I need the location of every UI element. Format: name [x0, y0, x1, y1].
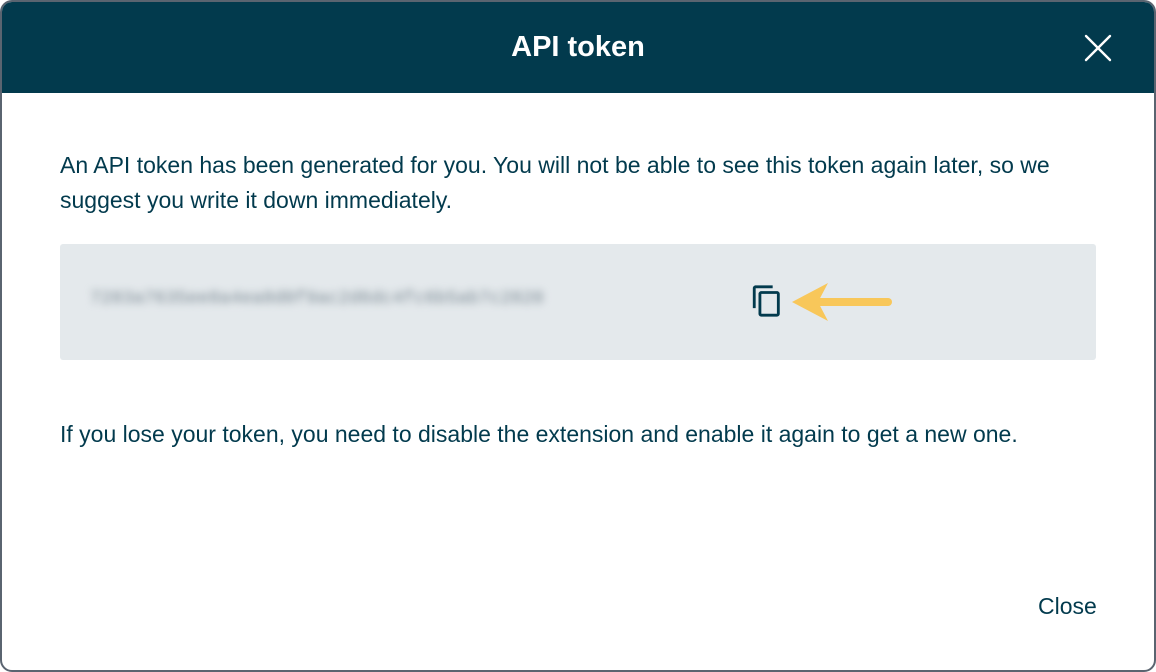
token-value: 7283a7635ee8a4ea8d0f9ac2d6dc4fc6b5ab7c28…	[90, 289, 544, 309]
dialog-header: API token	[2, 2, 1154, 93]
dialog-title: API token	[511, 31, 645, 63]
warning-text: If you lose your token, you need to disa…	[60, 421, 1018, 447]
close-button[interactable]: Close	[1026, 587, 1109, 625]
copy-icon[interactable]	[750, 284, 784, 318]
token-box: 7283a7635ee8a4ea8d0f9ac2d6dc4fc6b5ab7c28…	[60, 244, 1096, 360]
intro-text: An API token has been generated for you.…	[60, 152, 1050, 213]
close-icon[interactable]	[1082, 32, 1114, 64]
arrow-left-icon	[792, 283, 892, 321]
api-token-dialog: API token An API token has been generate…	[0, 0, 1156, 672]
